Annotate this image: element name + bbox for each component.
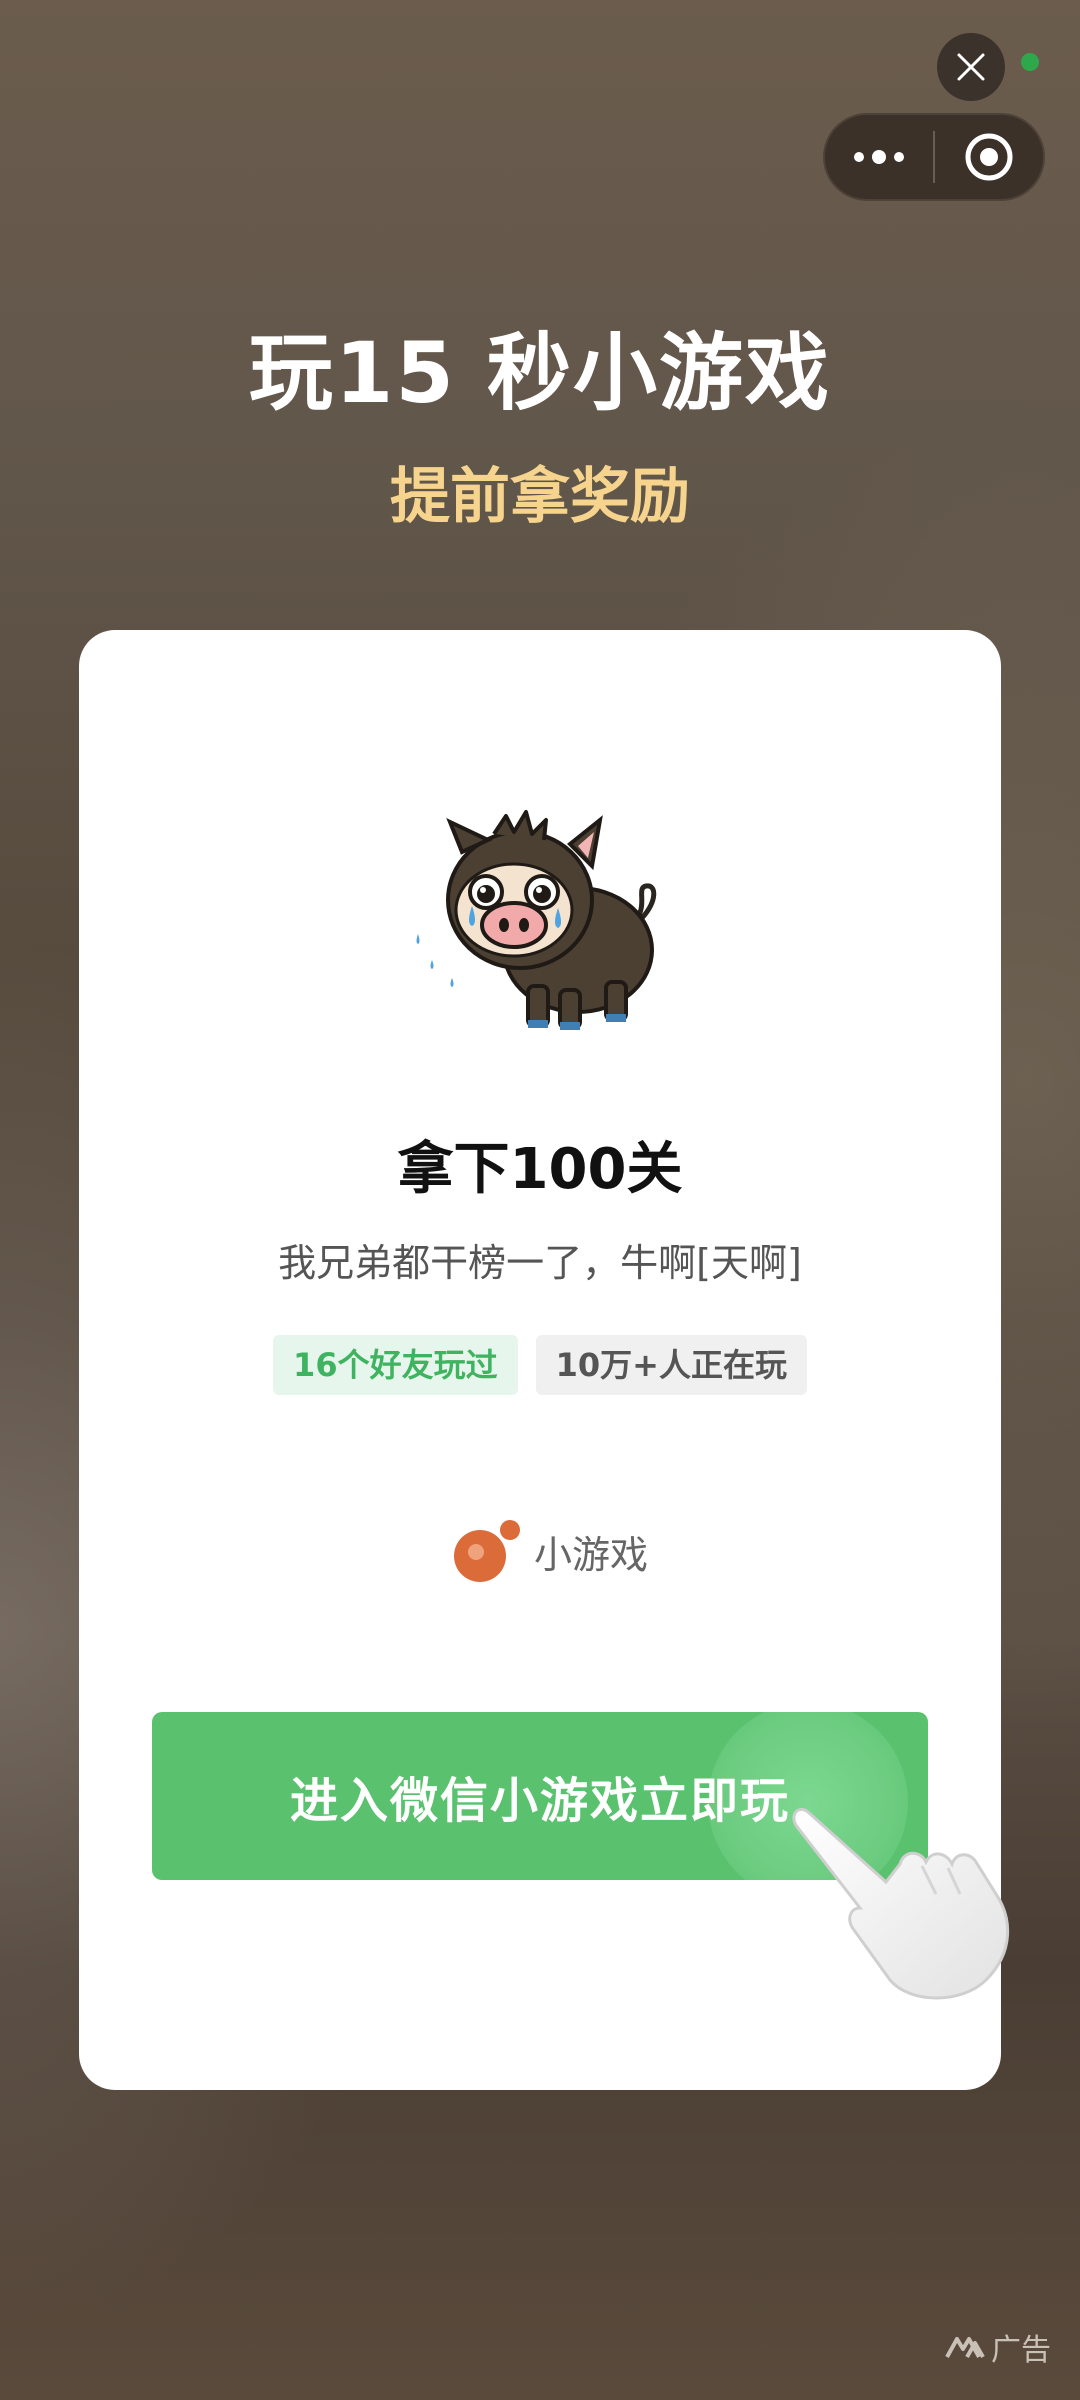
subheadline: 提前拿奖励 [390, 462, 690, 532]
tag-row: 16个好友玩过 10万+人正在玩 [79, 1335, 1001, 1395]
more-button[interactable] [825, 115, 933, 199]
more-dots-icon [854, 150, 904, 164]
play-now-label: 进入微信小游戏立即玩 [289, 1773, 790, 1829]
ad-text: 广告 [991, 2333, 1051, 2368]
pointing-hand-icon [792, 1807, 1010, 2000]
target-icon [965, 133, 1013, 181]
ad-label: 广告 [945, 2325, 1051, 2369]
close-button[interactable] [937, 33, 1005, 101]
game-title: 拿下100关 [397, 1137, 683, 1202]
mini-game-brand: 小游戏 [452, 1518, 648, 1584]
friends-played-tag: 16个好友玩过 [273, 1335, 518, 1395]
close-icon [957, 53, 985, 81]
ad-logo-icon [945, 2337, 985, 2358]
game-description: 我兄弟都干榜一了，牛啊[天啊] [278, 1241, 802, 1285]
headline: 玩15 秒小游戏 [248, 324, 832, 422]
exit-button[interactable] [935, 115, 1043, 199]
mini-game-label: 小游戏 [534, 1532, 649, 1577]
crying-boar-icon[interactable] [410, 800, 670, 1060]
players-count-tag: 10万+人正在玩 [535, 1335, 807, 1395]
mini-game-logo-icon [454, 1520, 520, 1582]
status-indicator [1021, 53, 1039, 71]
capsule-menu [823, 113, 1045, 201]
